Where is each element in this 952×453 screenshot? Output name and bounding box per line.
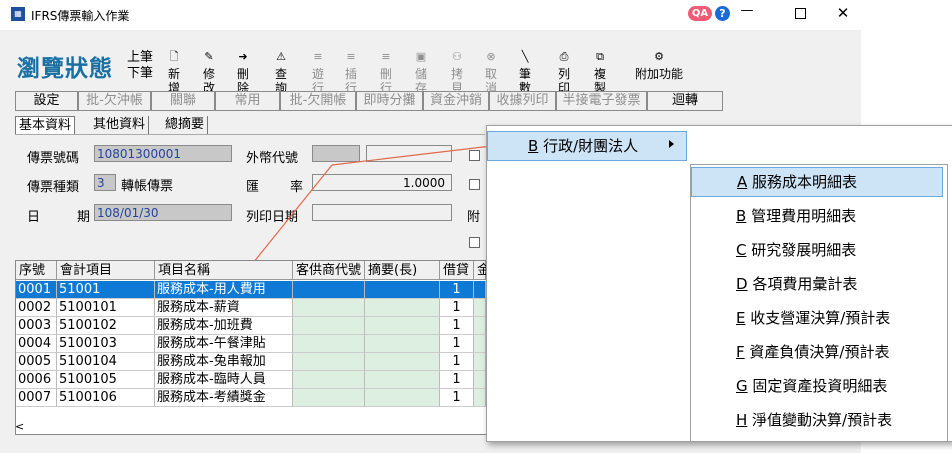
- submenu-item-key: B: [736, 207, 747, 225]
- submenu-item-f[interactable]: F 資產負債決算/預計表: [691, 337, 943, 367]
- table-cell: 服務成本-加班費: [155, 317, 293, 335]
- table-cell: [293, 353, 365, 371]
- table-row[interactable]: 0001 51001 服務成本-用人費用 1: [16, 281, 486, 299]
- table-cell: [365, 299, 440, 317]
- table-cell: 服務成本-兔串報加: [155, 353, 293, 371]
- submenu-item-label: 研究發展明細表: [746, 241, 857, 259]
- horizontal-scrollbar-left[interactable]: <: [15, 421, 45, 433]
- menu-item-admin-foundation-label: 行政/財團法人: [538, 137, 639, 155]
- table-cell: 5100104: [57, 353, 155, 371]
- submenu-item-h[interactable]: H 淨值變動決算/預計表: [691, 405, 943, 435]
- table-cell: [293, 335, 365, 353]
- table-cell: 5100101: [57, 299, 155, 317]
- table-cell: [365, 389, 440, 407]
- table-cell: [293, 389, 365, 407]
- annotation-line-2: [331, 144, 501, 166]
- submenu-item-e[interactable]: E 收支營運決算/預計表: [691, 303, 943, 333]
- table-row[interactable]: 0005 5100104 服務成本-兔串報加 1: [16, 353, 486, 371]
- table-cell: [293, 281, 365, 299]
- submenu-item-c[interactable]: C 研究發展明細表: [691, 235, 943, 265]
- submenu-item-d[interactable]: D 各項費用彙計表: [691, 269, 943, 299]
- submenu-item-key: H: [736, 411, 748, 429]
- submenu-item-label: 資產負債決算/預計表: [744, 343, 890, 361]
- table-cell: [365, 353, 440, 371]
- submenu-item-label: 各項費用彙計表: [747, 275, 858, 293]
- table-cell: 服務成本-用人費用: [155, 281, 293, 299]
- table-cell: 5100105: [57, 371, 155, 389]
- grid-column-header[interactable]: 會計項目: [57, 261, 155, 280]
- grid-column-header[interactable]: 客供商代號: [293, 261, 365, 280]
- table-cell: 5100102: [57, 317, 155, 335]
- table-cell: 1: [440, 335, 474, 353]
- grid-column-header[interactable]: 項目名稱: [155, 261, 293, 280]
- grid-column-header[interactable]: 借貸: [440, 261, 474, 280]
- grid-column-header[interactable]: 金: [474, 261, 486, 280]
- annotation-line-1: [252, 164, 333, 264]
- submenu-item-b[interactable]: B 管理費用明細表: [691, 201, 943, 231]
- submenu-item-label: 固定資產投資明細表: [747, 377, 888, 395]
- table-cell: 1: [440, 371, 474, 389]
- menu-item-admin-foundation[interactable]: B 行政/財團法人: [487, 131, 687, 161]
- table-cell: [293, 299, 365, 317]
- table-cell: 0004: [16, 335, 57, 353]
- table-cell: [474, 317, 486, 335]
- table-cell: 1: [440, 353, 474, 371]
- grid-column-header[interactable]: 序號: [16, 261, 57, 280]
- menu-item-admin-foundation-key: B: [528, 137, 539, 155]
- table-row[interactable]: 0003 5100102 服務成本-加班費 1: [16, 317, 486, 335]
- table-cell: 0003: [16, 317, 57, 335]
- table-cell: [474, 389, 486, 407]
- submenu-arrow-icon: [669, 140, 674, 148]
- table-cell: [365, 371, 440, 389]
- table-cell: 0002: [16, 299, 57, 317]
- table-row[interactable]: 0007 5100106 服務成本-考績獎金 1: [16, 389, 486, 407]
- table-cell: 51001: [57, 281, 155, 299]
- table-cell: 0007: [16, 389, 57, 407]
- table-cell: 服務成本-薪資: [155, 299, 293, 317]
- table-cell: [474, 371, 486, 389]
- table-cell: [474, 281, 486, 299]
- table-cell: 服務成本-考績獎金: [155, 389, 293, 407]
- submenu-item-key: G: [736, 377, 748, 395]
- table-cell: 5100103: [57, 335, 155, 353]
- submenu-item-label: 收支營運決算/預計表: [745, 309, 891, 327]
- table-cell: [293, 317, 365, 335]
- table-cell: 服務成本-午餐津貼: [155, 335, 293, 353]
- table-cell: 1: [440, 317, 474, 335]
- table-cell: 5100106: [57, 389, 155, 407]
- table-cell: 0001: [16, 281, 57, 299]
- submenu-item-key: F: [736, 343, 745, 361]
- table-row[interactable]: 0004 5100103 服務成本-午餐津貼 1: [16, 335, 486, 353]
- submenu-item-g[interactable]: G 固定資產投資明細表: [691, 371, 943, 401]
- table-cell: [365, 335, 440, 353]
- submenu-item-key: D: [736, 275, 748, 293]
- table-cell: 1: [440, 281, 474, 299]
- table-cell: [474, 353, 486, 371]
- table-row[interactable]: 0002 5100101 服務成本-薪資 1: [16, 299, 486, 317]
- table-cell: 服務成本-臨時人員: [155, 371, 293, 389]
- table-cell: [365, 281, 440, 299]
- voucher-detail-grid[interactable]: 序號會計項目項目名稱客供商代號摘要(長)借貸金 000151001服務成本-用人…: [15, 260, 487, 435]
- table-cell: [365, 317, 440, 335]
- table-row[interactable]: 0006 5100105 服務成本-臨時人員 1: [16, 371, 486, 389]
- submenu-item-a[interactable]: A 服務成本明細表: [691, 167, 943, 197]
- table-cell: 1: [440, 299, 474, 317]
- table-cell: [293, 371, 365, 389]
- submenu-item-key: A: [737, 173, 748, 191]
- submenu-item-label: 服務成本明細表: [747, 173, 858, 191]
- table-cell: 1: [440, 389, 474, 407]
- submenu-item-label: 淨值變動決算/預計表: [747, 411, 893, 429]
- table-cell: 0005: [16, 353, 57, 371]
- table-cell: 0006: [16, 371, 57, 389]
- table-cell: [474, 299, 486, 317]
- submenu-item-key: C: [736, 241, 747, 259]
- table-cell: [474, 335, 486, 353]
- submenu-item-label: 管理費用明細表: [746, 207, 857, 225]
- grid-column-header[interactable]: 摘要(長): [365, 261, 440, 280]
